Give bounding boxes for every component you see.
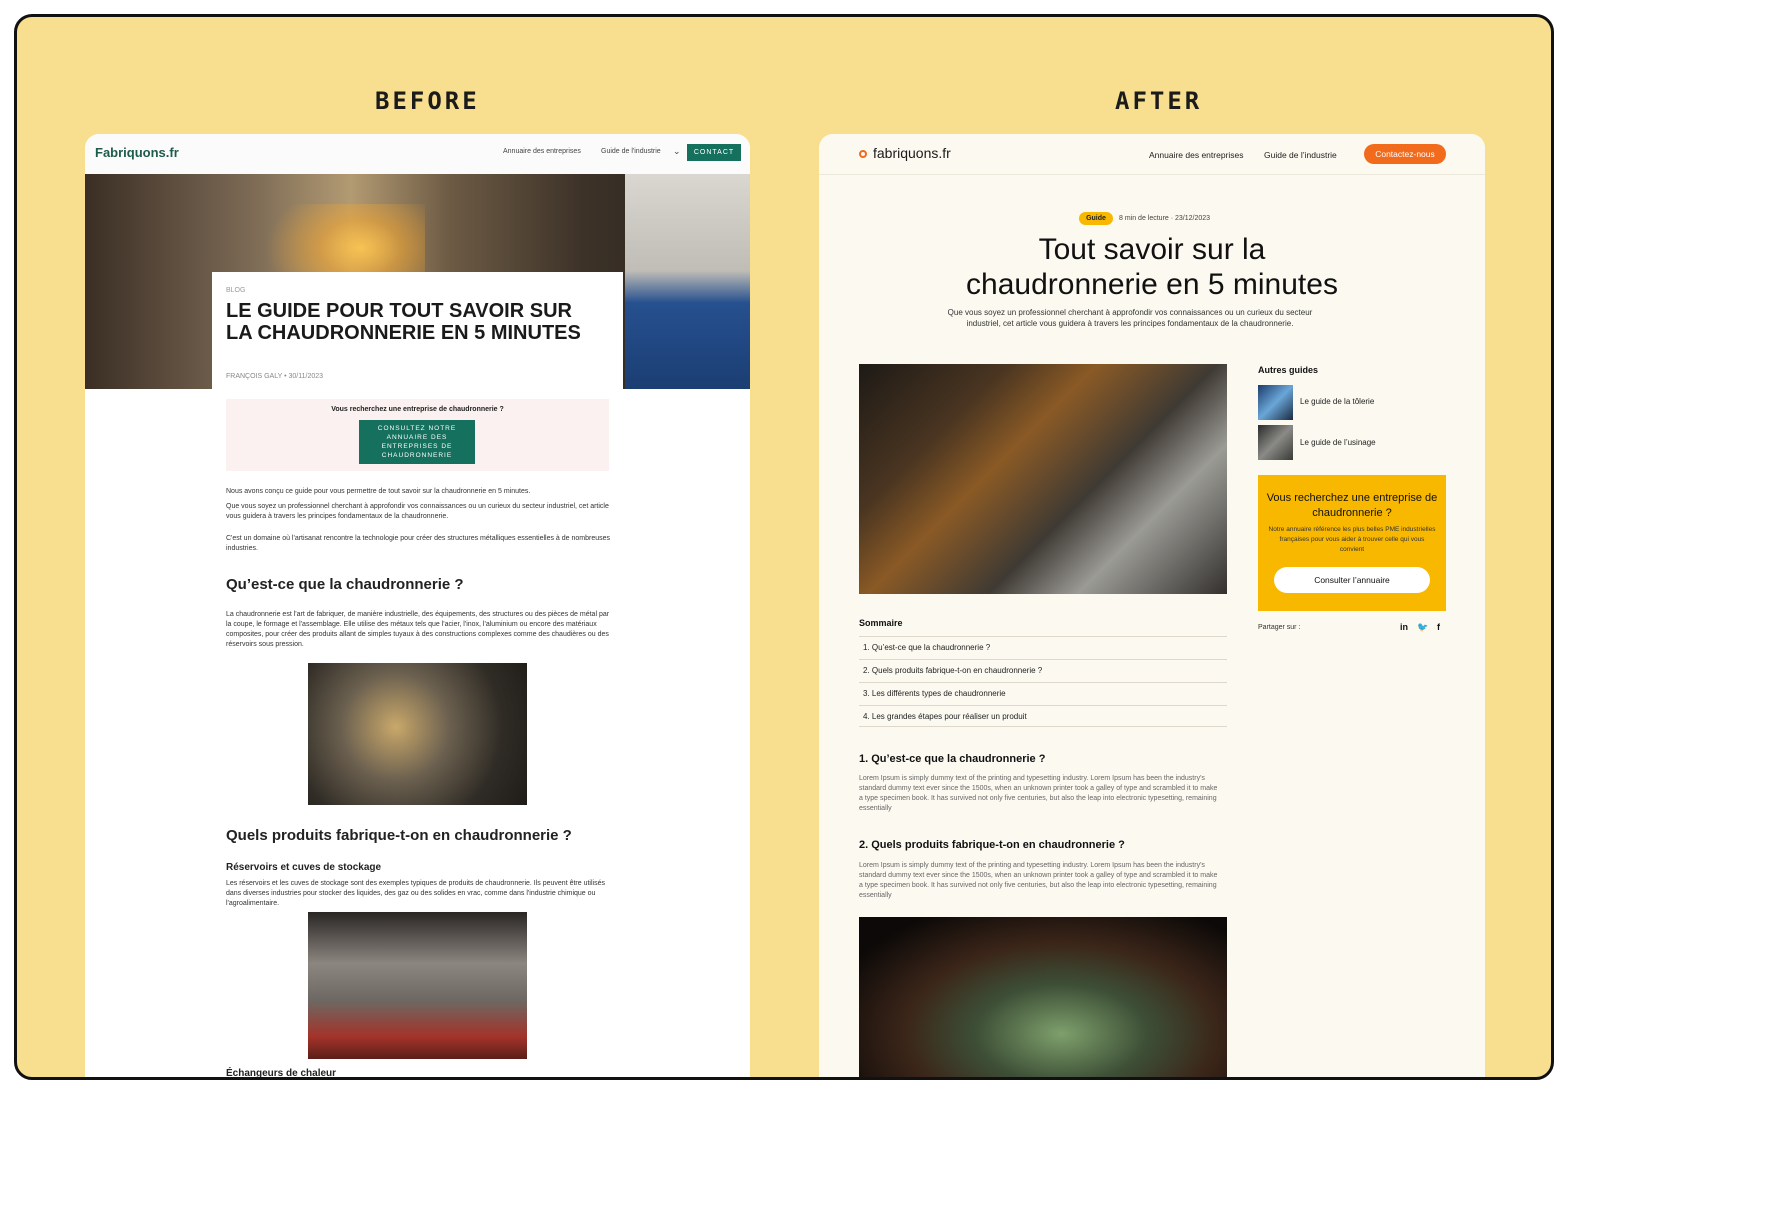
section-heading-1: Qu’est-ce que la chaudronnerie ? bbox=[226, 576, 464, 593]
other-guides-title: Autres guides bbox=[1258, 365, 1319, 375]
share-label: Partager sur : bbox=[1258, 624, 1301, 631]
after-navbar: fabriquons.fr Annuaire des entreprises G… bbox=[819, 134, 1485, 175]
toc-item[interactable]: 3. Les différents types de chaudronnerie bbox=[859, 682, 1227, 704]
section-heading-1: 1. Qu’est-ce que la chaudronnerie ? bbox=[859, 753, 1046, 765]
before-navbar: Fabriquons.fr Annuaire des entreprises G… bbox=[85, 134, 750, 174]
nav-link-guide[interactable]: Guide de l'industrie bbox=[601, 148, 661, 155]
contact-button[interactable]: Contactez-nous bbox=[1364, 144, 1446, 164]
section-heading-2: 2. Quels produits fabrique-t-on en chaud… bbox=[859, 839, 1125, 851]
section-paragraph-1: Lorem Ipsum is simply dummy text of the … bbox=[859, 775, 1218, 812]
guide-thumbnail-tolerie[interactable] bbox=[1258, 385, 1293, 420]
linkedin-icon[interactable]: in bbox=[1400, 622, 1408, 632]
comparison-frame: BEFORE AFTER Fabriquons.fr Annuaire des … bbox=[14, 14, 1554, 1080]
toc-item[interactable]: 4. Les grandes étapes pour réaliser un p… bbox=[859, 705, 1227, 727]
article-byline: FRANÇOIS GALY • 30/11/2023 bbox=[226, 373, 324, 380]
hero-worker bbox=[625, 174, 750, 389]
intro-paragraph-2: Que vous soyez un professionnel cherchan… bbox=[226, 503, 609, 520]
cta-text: Vous recherchez une entreprise de chaudr… bbox=[331, 406, 504, 413]
after-page: fabriquons.fr Annuaire des entreprises G… bbox=[819, 134, 1485, 1077]
after-logo[interactable]: fabriquons.fr bbox=[873, 145, 951, 161]
nav-link-annuaire[interactable]: Annuaire des entreprises bbox=[1149, 150, 1244, 160]
subsection-paragraph-1: Les réservoirs et les cuves de stockage … bbox=[226, 880, 605, 907]
guide-thumbnail-usinage[interactable] bbox=[1258, 425, 1293, 460]
before-article: BLOG LE GUIDE POUR TOUT SAVOIR SUR LA CH… bbox=[212, 272, 623, 1079]
article-meta: 8 min de lecture · 23/12/2023 bbox=[1119, 215, 1211, 222]
article-category: BLOG bbox=[226, 287, 246, 294]
toc-item[interactable]: 1. Qu’est-ce que la chaudronnerie ? bbox=[859, 636, 1227, 658]
cta-subtitle: Notre annuaire référence les plus belles… bbox=[1268, 526, 1436, 553]
annuaire-button[interactable]: CONSULTEZ NOTRE ANNUAIRE DES ENTREPRISES… bbox=[359, 420, 475, 464]
nav-link-annuaire[interactable]: Annuaire des entreprises bbox=[503, 148, 581, 155]
consulter-annuaire-button[interactable]: Consulter l’annuaire bbox=[1274, 567, 1430, 593]
category-badge: Guide bbox=[1079, 212, 1113, 225]
section-paragraph-1: La chaudronnerie est l'art de fabriquer,… bbox=[226, 611, 610, 648]
article-image-2 bbox=[308, 912, 527, 1059]
article-title: LE GUIDE POUR TOUT SAVOIR SUR LA CHAUDRO… bbox=[226, 300, 581, 344]
twitter-icon[interactable]: 🐦 bbox=[1417, 622, 1428, 633]
sidebar-cta-box: Vous recherchez une entreprise de chaudr… bbox=[1258, 475, 1446, 611]
facebook-icon[interactable]: f bbox=[1437, 622, 1440, 632]
article-image-1 bbox=[308, 663, 527, 805]
chevron-down-icon[interactable]: ⌄ bbox=[673, 146, 681, 157]
contact-button[interactable]: CONTACT bbox=[687, 144, 741, 161]
sommaire-title: Sommaire bbox=[859, 618, 903, 628]
after-label: AFTER bbox=[1115, 87, 1203, 115]
bottom-article-image bbox=[859, 917, 1227, 1077]
guide-link-usinage[interactable]: Le guide de l’usinage bbox=[1300, 438, 1376, 447]
subsection-heading-2: Échangeurs de chaleur bbox=[226, 1068, 337, 1079]
article-title: Tout savoir sur la chaudronnerie en 5 mi… bbox=[966, 233, 1338, 301]
toc-item[interactable]: 2. Quels produits fabrique-t-on en chaud… bbox=[859, 659, 1227, 681]
before-page: Fabriquons.fr Annuaire des entreprises G… bbox=[85, 134, 750, 1079]
main-article-image bbox=[859, 364, 1227, 594]
section-heading-2: Quels produits fabrique-t-on en chaudron… bbox=[226, 827, 572, 844]
before-logo[interactable]: Fabriquons.fr bbox=[95, 145, 179, 160]
cta-title: Vous recherchez une entreprise de chaudr… bbox=[1266, 492, 1438, 519]
guide-link-tolerie[interactable]: Le guide de la tôlerie bbox=[1300, 397, 1374, 406]
intro-paragraph-3: C'est un domaine où l'artisanat rencontr… bbox=[226, 535, 610, 552]
before-cta-box: Vous recherchez une entreprise de chaudr… bbox=[226, 399, 609, 471]
subsection-heading-1: Réservoirs et cuves de stockage bbox=[226, 862, 382, 873]
before-label: BEFORE bbox=[375, 87, 480, 115]
intro-paragraph: Nous avons conçu ce guide pour vous perm… bbox=[226, 488, 531, 495]
logo-icon bbox=[859, 150, 867, 158]
article-lede: Que vous soyez un professionnel cherchan… bbox=[947, 308, 1313, 328]
section-paragraph-2: Lorem Ipsum is simply dummy text of the … bbox=[859, 862, 1218, 899]
nav-link-guide[interactable]: Guide de l’industrie bbox=[1264, 150, 1337, 160]
